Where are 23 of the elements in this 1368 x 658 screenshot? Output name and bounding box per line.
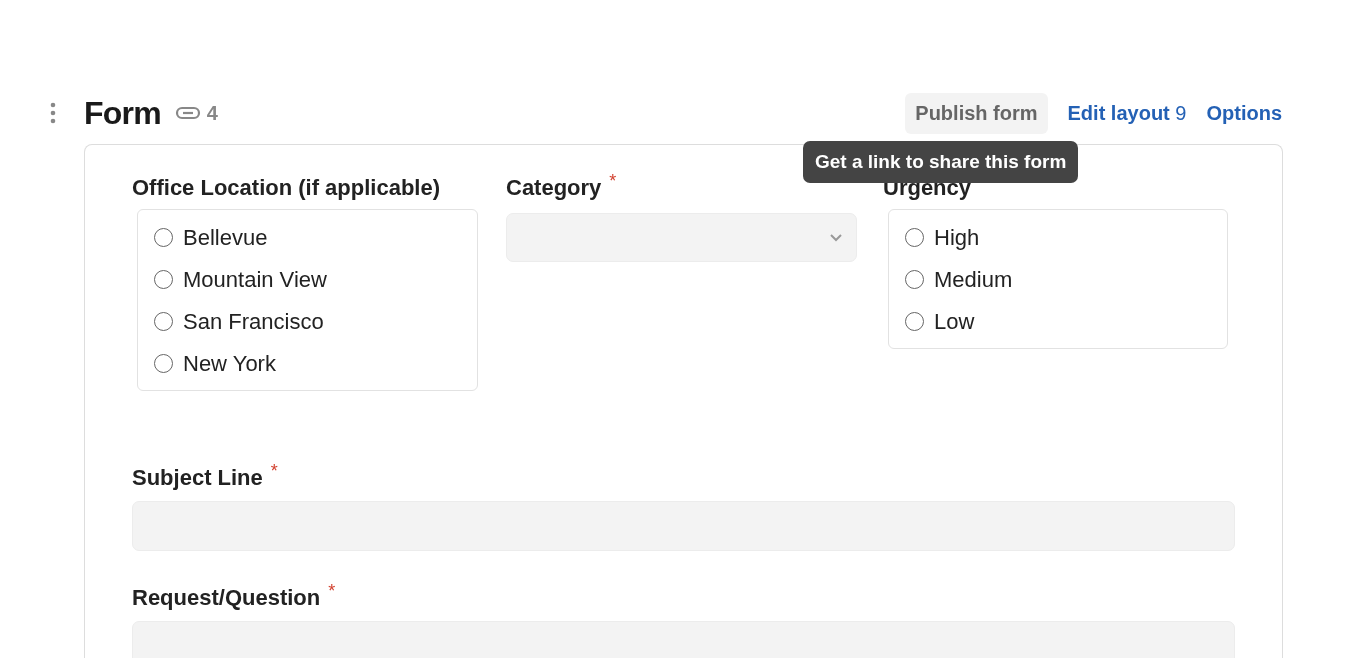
form-title: Form (84, 94, 161, 133)
select-field[interactable] (506, 213, 857, 262)
option-label: High (934, 223, 980, 252)
link-icon (174, 106, 201, 120)
option-label: Bellevue (183, 223, 268, 252)
header-link[interactable]: Edit layout 9 (1067, 92, 1187, 134)
publish-button[interactable]: Publish form (905, 92, 1048, 134)
required-mark: * (609, 171, 617, 191)
chevron-down-icon (830, 233, 842, 242)
option-label: Mountain View (183, 265, 327, 294)
link-count: 4 (206, 101, 218, 126)
required-mark: * (270, 461, 278, 481)
option-label: Low (934, 307, 975, 336)
field-label: Office Location (if applicable) (132, 174, 441, 202)
option-label: San Francisco (183, 307, 324, 336)
option-label: Medium (934, 265, 1013, 294)
header-link[interactable]: Options (1206, 92, 1282, 134)
required-mark: * (328, 581, 336, 601)
field-label: Request/Question (132, 584, 321, 612)
tooltip: Get a link to share this form (803, 141, 1079, 183)
field-label: Subject Line (132, 464, 263, 492)
option-label: New York (183, 349, 276, 378)
field-label: Category (506, 174, 602, 202)
